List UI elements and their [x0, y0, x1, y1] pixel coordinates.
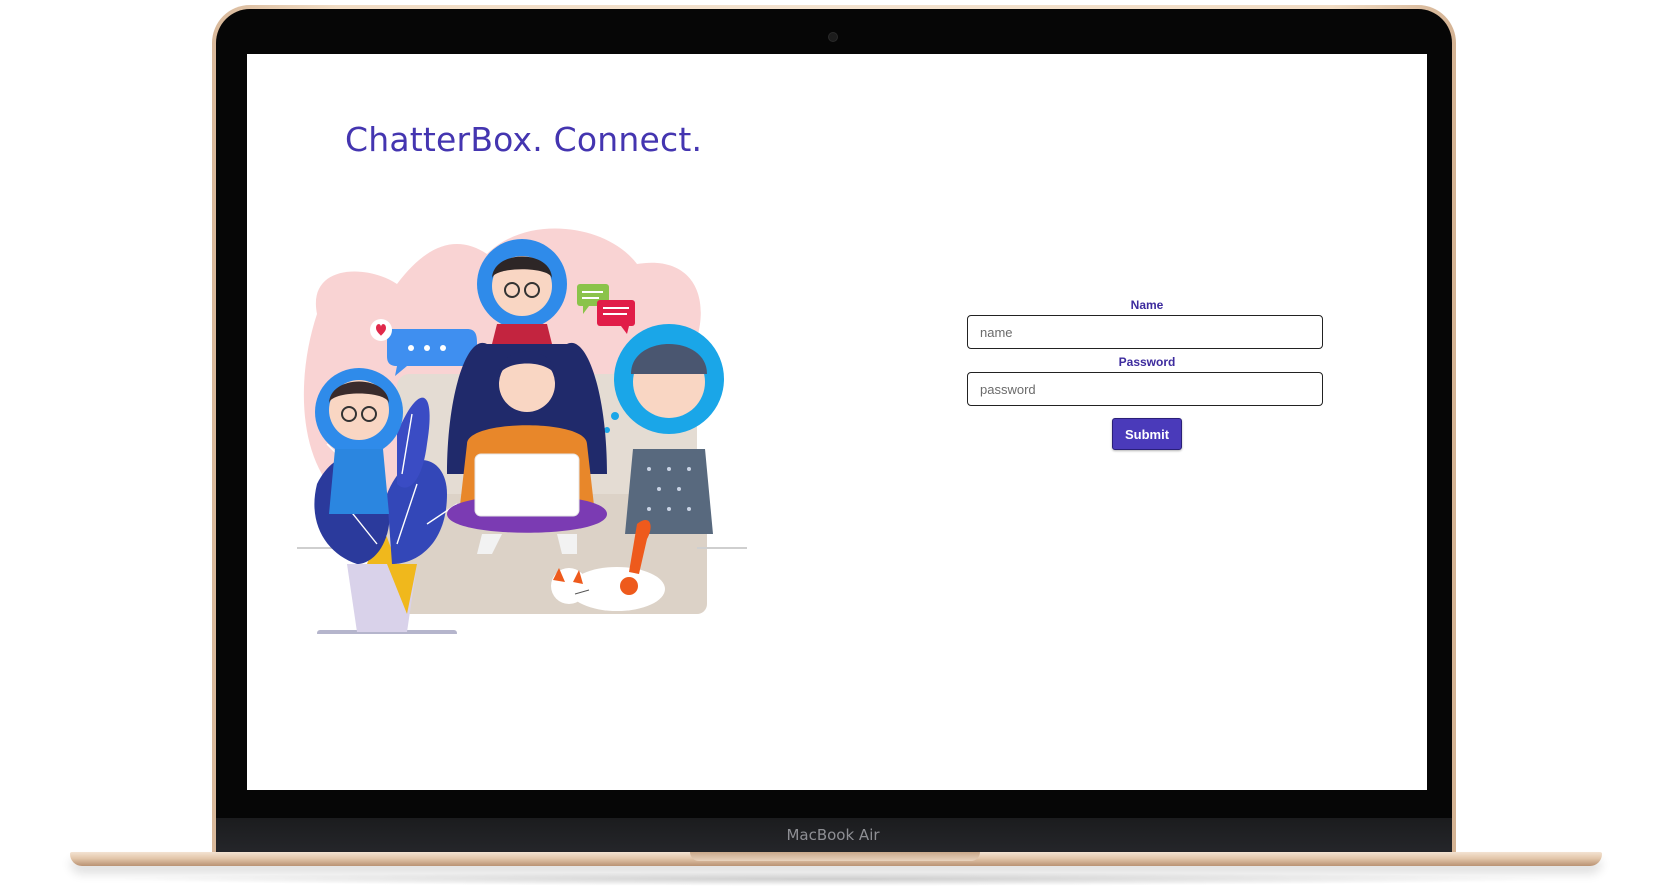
- login-form: Name Password Submit: [967, 298, 1327, 450]
- name-label: Name: [1130, 298, 1164, 312]
- submit-button[interactable]: Submit: [1112, 418, 1182, 450]
- camera-icon: [829, 33, 837, 41]
- device-brand-label: MacBook Air: [786, 826, 880, 844]
- page-title: ChatterBox. Connect.: [345, 120, 703, 159]
- password-label: Password: [1118, 355, 1176, 369]
- name-input[interactable]: [967, 315, 1323, 349]
- laptop-screen: ChatterBox. Connect. Name name Password …: [247, 54, 1427, 790]
- password-input[interactable]: [967, 372, 1323, 406]
- people-chatting-illustration: [297, 228, 747, 634]
- laptop-notch: [690, 852, 980, 861]
- laptop-shadow: [110, 872, 1560, 886]
